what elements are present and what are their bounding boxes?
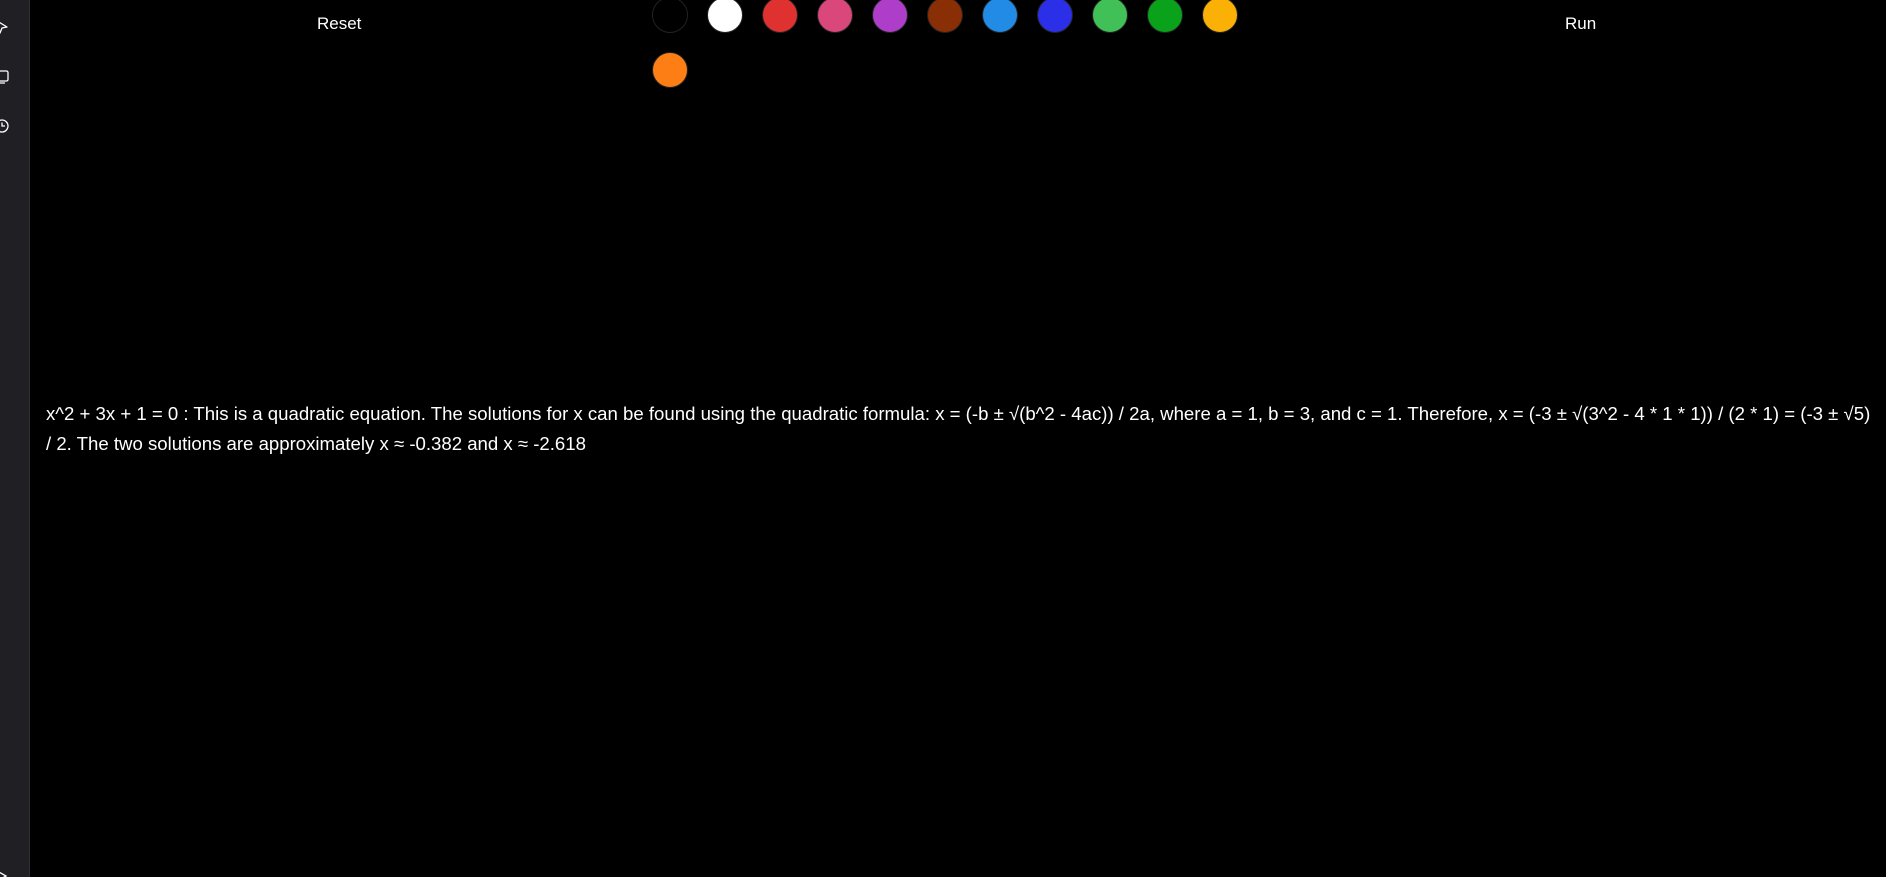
color-swatch-light-blue[interactable] — [982, 0, 1018, 33]
color-swatch-yellow[interactable] — [1202, 0, 1238, 33]
activity-sidebar — [0, 0, 30, 877]
copy-icon[interactable] — [0, 69, 10, 85]
result-text: x^2 + 3x + 1 = 0 : This is a quadratic e… — [46, 403, 1871, 454]
color-swatch-blue[interactable] — [1037, 0, 1073, 33]
history-icon[interactable] — [0, 118, 10, 134]
app-window: Reset Run x^2 + 3x + 1 = 0 : This is a q… — [0, 0, 1886, 877]
color-swatch-pink[interactable] — [817, 0, 853, 33]
color-swatch-red[interactable] — [762, 0, 798, 33]
color-swatch-orange[interactable] — [652, 52, 688, 88]
expand-icon[interactable] — [0, 868, 10, 877]
color-swatch-purple[interactable] — [872, 0, 908, 33]
color-swatch-white[interactable] — [707, 0, 743, 33]
color-swatch-light-green[interactable] — [1092, 0, 1128, 33]
color-swatch-black[interactable] — [652, 0, 688, 33]
pointer-icon[interactable] — [0, 19, 10, 35]
color-swatch-brown[interactable] — [927, 0, 963, 33]
run-button[interactable]: Run — [1555, 11, 1606, 37]
color-swatch-green[interactable] — [1147, 0, 1183, 33]
reset-button[interactable]: Reset — [307, 11, 371, 37]
color-palette — [652, 0, 1252, 90]
